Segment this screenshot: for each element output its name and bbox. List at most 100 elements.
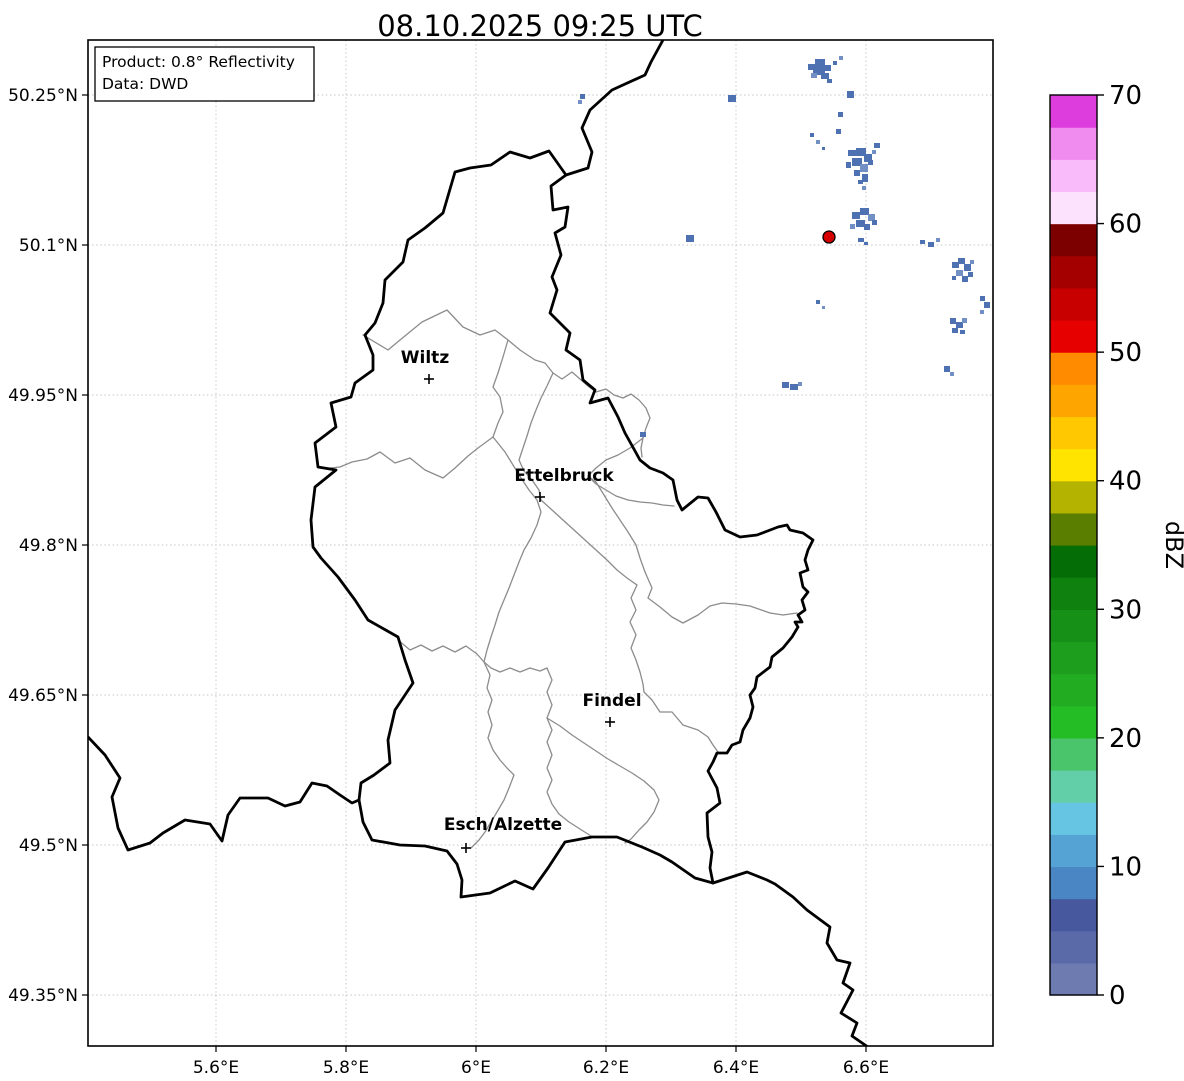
colorbar-segment [1050, 159, 1097, 193]
radar-echo-cell [836, 129, 841, 134]
canton-borders [329, 309, 798, 849]
radar-echo-cell [952, 328, 958, 333]
radar-echo-cell [858, 238, 864, 242]
radar-site-marker [822, 230, 836, 244]
radar-echo-cell [950, 318, 956, 324]
radar-echo-cell [847, 91, 854, 98]
radar-echo-cell [839, 56, 843, 60]
radar-echo-cell [827, 79, 832, 83]
radar-echo-cell [960, 330, 965, 334]
radar-echo-cell [854, 170, 860, 176]
city-marker: Wiltz [401, 348, 449, 384]
radar-echo-cell [980, 296, 985, 301]
radar-echo-cell [868, 160, 873, 165]
radar-echo-cell [944, 366, 950, 372]
radar-map-svg: 08.10.2025 09:25 UTC Wiltz Ettelbruck Find… [8, 9, 1184, 1078]
colorbar-segment [1050, 609, 1097, 643]
canton-border-line [629, 584, 645, 693]
y-axis-tick-label: 50.25°N [8, 86, 78, 106]
x-axis-tick-label: 5.6°E [193, 1058, 239, 1078]
radar-echo-cell [810, 133, 814, 137]
canton-border-line [329, 309, 509, 479]
radar-echo-cell [984, 302, 990, 308]
city-markers: Wiltz Ettelbruck Findel Esch/Alzette [401, 348, 642, 853]
x-axis-tick-label: 5.8°E [323, 1058, 369, 1078]
colorbar-segment [1050, 480, 1097, 514]
radar-echo-cell [956, 322, 963, 328]
radar-echo-cell [580, 94, 585, 99]
radar-echo-cell [936, 238, 940, 242]
y-axis-tick-label: 49.5°N [19, 836, 78, 856]
colorbar-segment [1050, 577, 1097, 610]
colorbar-segment [1050, 545, 1097, 578]
info-box: Product: 0.8° Reflectivity Data: DWD [94, 46, 315, 102]
radar-echo-cell [686, 235, 694, 242]
radar-echo-cell [816, 300, 820, 304]
radar-echo-cell [821, 73, 829, 79]
radar-echo-cell [952, 262, 959, 268]
colorbar-segment [1050, 352, 1097, 385]
radar-echo-cell [968, 272, 973, 277]
radar-echo-cell [874, 143, 880, 148]
radar-echo-cell [958, 258, 965, 264]
x-axis-tick-label: 6.4°E [713, 1058, 759, 1078]
colorbar-tick-label: 0 [1109, 981, 1126, 1011]
colorbar-segment [1050, 770, 1097, 803]
radar-echo-cell [822, 306, 825, 309]
radar-echo-cell [860, 208, 869, 215]
canton-border-line [397, 639, 548, 673]
radar-echo-cell [728, 95, 736, 102]
canton-border-line [546, 717, 660, 844]
radar-map-figure: 08.10.2025 09:25 UTC Wiltz Ettelbruck Find… [0, 0, 1184, 1081]
colorbar-segment [1050, 673, 1097, 707]
y-axis-tick-label: 49.8°N [19, 536, 78, 556]
colorbar-segment [1050, 705, 1097, 739]
colorbar-segment [1050, 255, 1097, 289]
radar-echo-cell [864, 242, 868, 245]
radar-echo-cell [825, 65, 831, 71]
radar-echo-cell [822, 147, 825, 150]
y-axis-tick-label: 49.65°N [8, 686, 78, 706]
colorbar-segment [1050, 512, 1097, 546]
colorbar-tick-label: 20 [1109, 724, 1142, 754]
country-borders [88, 40, 869, 1046]
radar-echo-cell [811, 73, 817, 78]
country-border-line [564, 40, 665, 177]
colorbar-segment [1050, 448, 1097, 482]
canton-border-line [587, 475, 646, 573]
radar-echo-cell [970, 260, 974, 264]
colorbar-segment [1050, 802, 1097, 835]
radar-echo-cell [782, 382, 789, 388]
colorbar-tick-label: 10 [1109, 852, 1142, 882]
canton-border-line [643, 691, 719, 753]
x-axis-tick-label: 6.6°E [843, 1058, 889, 1078]
colorbar-segment [1050, 384, 1097, 418]
radar-echo-cell [850, 224, 855, 229]
radar-echoes [578, 56, 990, 437]
radar-echo-cell [640, 432, 646, 437]
colorbar-segment [1050, 223, 1097, 257]
radar-echo-cell [862, 186, 866, 190]
colorbar-segment [1050, 834, 1097, 868]
radar-echo-cell [928, 242, 934, 247]
radar-echo-cell [852, 212, 860, 219]
radar-echo-cell [950, 372, 954, 376]
colorbar-segment [1050, 287, 1097, 321]
radar-echo-cell [964, 264, 971, 271]
colorbar-tick-label: 50 [1109, 338, 1142, 368]
colorbar-segment [1050, 737, 1097, 771]
colorbar-axis-title: dBZ [1160, 521, 1184, 569]
colorbar-tick-label: 70 [1109, 81, 1142, 111]
colorbar-segment [1050, 95, 1097, 128]
radar-echo-cell [872, 220, 877, 225]
city-label: Ettelbruck [514, 466, 614, 486]
radar-echo-cell [962, 318, 967, 323]
colorbar-segment [1050, 320, 1097, 353]
country-border-line [548, 173, 815, 885]
colorbar-segment [1050, 641, 1097, 675]
info-box-product-line: Product: 0.8° Reflectivity [102, 53, 295, 71]
gridlines [88, 40, 993, 1046]
colorbar-segment [1050, 127, 1097, 160]
y-axis-tick-label: 49.35°N [8, 986, 78, 1006]
canton-border-line [540, 499, 638, 586]
